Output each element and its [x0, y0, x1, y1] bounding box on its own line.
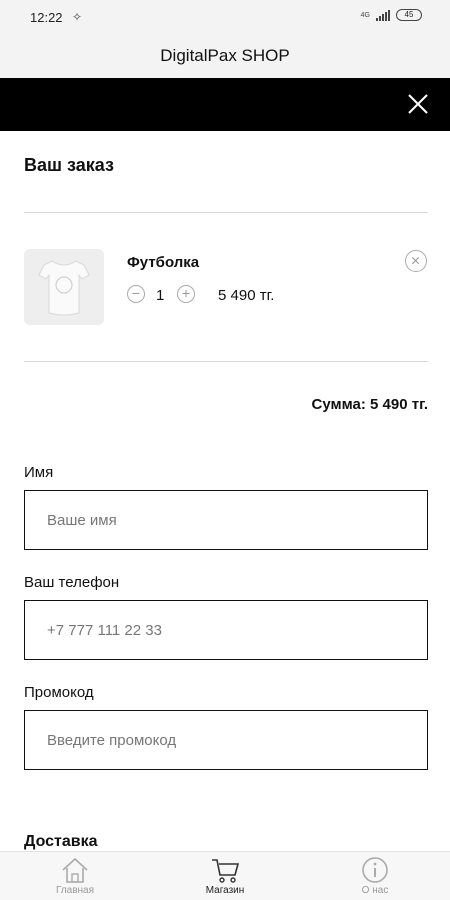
signal-icon: [376, 9, 390, 21]
close-icon[interactable]: [406, 92, 430, 116]
cart-icon: [212, 859, 240, 883]
order-total: Сумма: 5 490 тг.: [311, 396, 428, 413]
name-input[interactable]: [24, 490, 428, 550]
nav-label-shop: Магазин: [205, 885, 245, 896]
divider: [24, 361, 428, 362]
network-label: 4G: [360, 11, 370, 19]
nav-label-about: О нас: [361, 885, 389, 896]
promo-label: Промокод: [24, 684, 94, 701]
info-icon: [362, 857, 388, 883]
status-time: 12:22: [30, 10, 63, 25]
phone-label: Ваш телефон: [24, 574, 120, 591]
name-label: Имя: [24, 464, 54, 481]
nav-label-home: Главная: [55, 885, 95, 896]
cart-header-band: [0, 78, 450, 131]
tshirt-icon: [38, 260, 90, 316]
quantity-value: 1: [156, 287, 165, 304]
promo-input[interactable]: [24, 710, 428, 770]
battery-icon: 45: [396, 9, 422, 21]
product-image: [24, 249, 104, 325]
order-title: Ваш заказ: [24, 155, 114, 175]
phone-input[interactable]: [24, 600, 428, 660]
status-right: 4G 45: [361, 9, 422, 21]
divider: [24, 212, 428, 213]
quantity-decrease-button[interactable]: −: [127, 285, 145, 303]
remove-item-icon[interactable]: [405, 250, 427, 272]
notification-icon: ✧: [72, 10, 83, 24]
product-name: Футболка: [127, 254, 200, 271]
order-content[interactable]: Ваш заказ Футболка − 1 + 5 490 тг. Сумма…: [0, 131, 450, 851]
app-title: DigitalPax SHOP: [160, 46, 290, 65]
home-icon: [62, 857, 88, 883]
quantity-increase-button[interactable]: +: [177, 285, 195, 303]
product-price: 5 490 тг.: [218, 287, 275, 304]
delivery-title: Доставка: [24, 833, 98, 850]
app-header: DigitalPax SHOP: [0, 34, 450, 78]
nav-item-about[interactable]: О нас: [300, 852, 450, 900]
bottom-navigation: Главная Магазин О нас: [0, 851, 450, 900]
nav-item-shop[interactable]: Магазин: [150, 852, 300, 900]
nav-item-home[interactable]: Главная: [0, 852, 150, 900]
status-bar: 12:22 ✧ 4G 45: [0, 0, 450, 34]
